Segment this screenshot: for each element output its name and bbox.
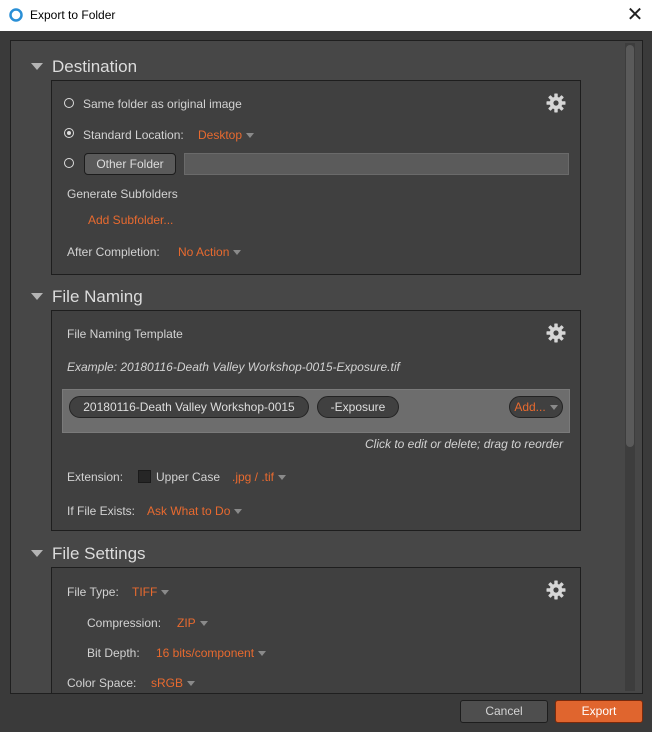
settings-panel: Destination Same folder as original imag…	[10, 40, 643, 694]
naming-token[interactable]: -Exposure	[317, 396, 399, 418]
gear-icon[interactable]	[546, 580, 566, 600]
naming-token[interactable]: 20180116-Death Valley Workshop-0015	[69, 396, 309, 418]
file-type-dropdown[interactable]: TIFF	[132, 585, 170, 599]
standard-location-dropdown[interactable]: Desktop	[198, 128, 255, 142]
same-folder-label[interactable]: Same folder as original image	[83, 97, 242, 111]
title-bar: Export to Folder ✕	[0, 0, 652, 31]
add-token-label: Add...	[514, 400, 546, 414]
triangle-down-icon[interactable]	[31, 63, 43, 70]
dialog-body: Destination Same folder as original imag…	[0, 31, 652, 732]
window-title: Export to Folder	[30, 8, 116, 22]
dropdown-arrow-icon	[258, 651, 267, 657]
naming-hint-text: Click to edit or delete; drag to reorder	[365, 437, 564, 451]
naming-example-text: Example: 20180116-Death Valley Workshop-…	[67, 360, 400, 374]
file-type-value: TIFF	[132, 585, 158, 599]
radio-same-folder[interactable]	[64, 98, 74, 108]
after-completion-label: After Completion:	[67, 245, 160, 259]
dropdown-arrow-icon	[199, 621, 208, 627]
add-token-button[interactable]: Add...	[509, 396, 563, 418]
naming-token-strip[interactable]: 20180116-Death Valley Workshop-0015 -Exp…	[62, 389, 570, 433]
compression-value: ZIP	[177, 616, 196, 630]
bit-depth-label: Bit Depth:	[87, 646, 140, 660]
compression-dropdown[interactable]: ZIP	[177, 616, 208, 630]
gear-icon[interactable]	[546, 323, 566, 343]
destination-box: Same folder as original image Standard L…	[51, 80, 581, 275]
upper-case-label[interactable]: Upper Case	[156, 470, 220, 484]
close-icon[interactable]: ✕	[620, 2, 650, 28]
section-title-destination[interactable]: Destination	[52, 57, 137, 77]
compression-label: Compression:	[87, 616, 162, 630]
file-type-label: File Type:	[67, 585, 119, 599]
cancel-button[interactable]: Cancel	[460, 700, 548, 723]
dropdown-arrow-icon	[234, 509, 243, 515]
extension-value: .jpg / .tif	[232, 470, 275, 484]
add-subfolder-link[interactable]: Add Subfolder...	[88, 213, 173, 227]
if-file-exists-dropdown[interactable]: Ask What to Do	[147, 504, 243, 518]
file-settings-box: File Type: TIFF Compression: ZIP Bit Dep…	[51, 567, 581, 693]
standard-location-value: Desktop	[198, 128, 243, 142]
app-ring-icon	[9, 8, 23, 22]
after-completion-dropdown[interactable]: No Action	[178, 245, 242, 259]
radio-other-folder[interactable]	[64, 158, 74, 168]
standard-location-label: Standard Location:	[83, 128, 184, 142]
scrollbar-thumb[interactable]	[626, 45, 634, 447]
other-folder-path-field[interactable]	[184, 153, 569, 175]
dropdown-arrow-icon	[233, 250, 242, 256]
after-completion-value: No Action	[178, 245, 230, 259]
upper-case-checkbox[interactable]	[138, 470, 151, 483]
bit-depth-value: 16 bits/component	[156, 646, 255, 660]
dropdown-arrow-icon	[278, 475, 287, 481]
extension-dropdown[interactable]: .jpg / .tif	[232, 470, 287, 484]
if-file-exists-value: Ask What to Do	[147, 504, 231, 518]
triangle-down-icon[interactable]	[31, 550, 43, 557]
other-folder-button[interactable]: Other Folder	[84, 153, 176, 175]
color-space-value: sRGB	[151, 676, 184, 690]
export-button[interactable]: Export	[555, 700, 643, 723]
extension-label: Extension:	[67, 470, 124, 484]
color-space-label: Color Space:	[67, 676, 137, 690]
section-title-file-settings[interactable]: File Settings	[52, 544, 146, 564]
if-file-exists-label: If File Exists:	[67, 504, 136, 518]
dropdown-arrow-icon	[187, 681, 196, 687]
file-naming-box: File Naming Template Example: 20180116-D…	[51, 310, 581, 531]
triangle-down-icon[interactable]	[31, 293, 43, 300]
section-title-file-naming[interactable]: File Naming	[52, 287, 143, 307]
panel-scrollbar[interactable]	[625, 43, 635, 691]
dropdown-arrow-icon	[246, 133, 255, 139]
generate-subfolders-label: Generate Subfolders	[67, 187, 178, 201]
file-naming-template-label: File Naming Template	[67, 327, 183, 341]
dropdown-arrow-icon	[549, 405, 558, 411]
color-space-dropdown[interactable]: sRGB	[151, 676, 196, 690]
gear-icon[interactable]	[546, 93, 566, 113]
radio-standard-location[interactable]	[64, 128, 74, 138]
dropdown-arrow-icon	[161, 590, 170, 596]
bit-depth-dropdown[interactable]: 16 bits/component	[156, 646, 267, 660]
